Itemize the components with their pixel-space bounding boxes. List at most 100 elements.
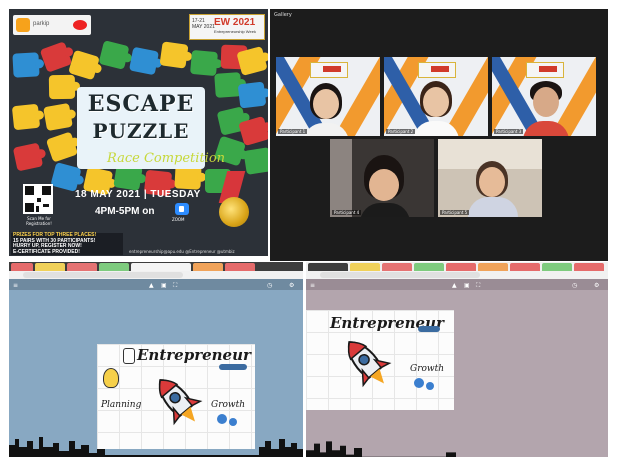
rocket-icon	[347, 341, 392, 388]
browser-tab[interactable]	[131, 263, 191, 271]
puzzle-piece-icon	[243, 147, 268, 175]
settings-icon[interactable]: ⚙	[289, 282, 294, 289]
puzzle-toolbar: ≡ ▲ ▣ ⛶ ◷ ⚙	[9, 279, 303, 290]
zoom-logo-icon	[175, 203, 189, 215]
ew-title: EW 2021	[214, 17, 256, 28]
title-escape: ESCAPE	[87, 91, 195, 117]
logo-text: parkip	[33, 21, 50, 27]
participant-name: Participant 4	[332, 210, 362, 215]
contact-info: entrepreneurship@apu.edu @Entrepreneur @…	[129, 249, 235, 254]
browser-tab[interactable]	[350, 263, 380, 271]
browser-tab[interactable]	[478, 263, 508, 271]
participant-name: Participant 3	[494, 129, 524, 134]
zoom-caption: ZOOM	[172, 217, 185, 222]
poster-header: parkip 17-21 MAY 2021 EW 2021 Entreprene…	[9, 9, 268, 40]
browser-tab[interactable]	[510, 263, 540, 271]
ew-banner-icon	[418, 62, 456, 78]
browser-tab-strip	[306, 262, 608, 271]
browser-tab[interactable]	[67, 263, 97, 271]
browser-tab[interactable]	[446, 263, 476, 271]
timer-icon: ◷	[267, 282, 273, 289]
partner-logo-icon	[73, 20, 87, 30]
people-icon	[123, 348, 135, 364]
lightbulb-icon	[103, 368, 119, 388]
browser-tab[interactable]	[99, 263, 129, 271]
puzzle-word-entrepreneur: Entrepreneur	[137, 346, 251, 364]
window-label: Gallery	[274, 12, 292, 18]
image-icon[interactable]: ▣	[464, 282, 470, 289]
puzzle-piece-icon	[236, 46, 268, 76]
participant-tile[interactable]: Participant 3	[492, 57, 596, 136]
fullscreen-icon[interactable]: ⛶	[476, 282, 480, 290]
participant-name: Participant 1	[278, 129, 308, 134]
participant-name: Participant 5	[440, 210, 470, 215]
browser-tab-strip	[9, 262, 303, 271]
participant-tile[interactable]: Participant 1	[276, 57, 380, 136]
ew-2021-badge: 17-21 MAY 2021 EW 2021 Entrepreneurship …	[189, 14, 265, 40]
puzzle-toolbar: ≡ ▲ ▣ ⛶ ◷ ⚙	[306, 279, 608, 290]
address-bar[interactable]	[306, 271, 608, 279]
city-skyline-decoration	[306, 441, 456, 457]
browser-tab[interactable]	[542, 263, 572, 271]
zoom-gallery-view: Gallery Participant 1 Participant 2 Part…	[270, 9, 608, 261]
address-bar[interactable]	[9, 271, 303, 279]
ew-subtitle: Entrepreneurship Week	[214, 29, 256, 34]
browser-tab[interactable]	[193, 263, 223, 271]
chart-icon	[418, 326, 440, 332]
browser-tab[interactable]	[11, 263, 33, 271]
image-icon[interactable]: ▣	[161, 282, 167, 289]
puzzle-word-growth: Growth	[410, 364, 445, 374]
event-time: 4PM-5PM on	[95, 206, 155, 217]
puzzle-piece-icon	[237, 81, 267, 109]
puzzle-browser-window-right: ≡ ▲ ▣ ⛶ ◷ ⚙ Entrepreneur Growth	[306, 262, 608, 457]
qr-caption: Scan Me for Registration!	[26, 216, 52, 226]
puzzle-piece-icon	[159, 41, 189, 69]
title-puzzle: PUZZLE	[92, 119, 190, 143]
browser-tab[interactable]	[35, 263, 65, 271]
city-skyline-decoration	[9, 437, 303, 457]
jigsaw-board[interactable]: Entrepreneur Growth	[306, 310, 454, 410]
participant-tile[interactable]: Participant 2	[384, 57, 488, 136]
puzzle-piece-icon	[128, 46, 160, 76]
browser-tab[interactable]	[308, 263, 348, 271]
organizer-logo: parkip	[13, 15, 91, 35]
gears-icon	[217, 414, 227, 424]
participant-tile[interactable]: Participant 4	[330, 139, 434, 217]
gears-icon	[414, 378, 424, 388]
puzzle-piece-icon	[12, 52, 40, 78]
menu-icon[interactable]: ≡	[13, 282, 18, 289]
participant-name: Participant 2	[386, 129, 416, 134]
browser-tab[interactable]	[382, 263, 412, 271]
prize-info: PRIZES FOR TOP THREE PLACES! 15 PAIRS WI…	[11, 232, 123, 255]
title-card: ESCAPE PUZZLE Race Competition	[77, 87, 225, 169]
ew-banner-icon	[310, 62, 348, 78]
puzzle-piece-icon	[190, 49, 218, 77]
event-date: 18 MAY 2021 | TUESDAY	[75, 189, 201, 200]
browser-tab[interactable]	[574, 263, 604, 271]
timer-icon: ◷	[572, 282, 578, 289]
puzzle-piece-icon	[98, 40, 130, 70]
pieces-icon[interactable]: ▲	[149, 282, 154, 289]
menu-icon[interactable]: ≡	[310, 282, 315, 289]
ew-banner-icon	[526, 62, 564, 78]
jigsaw-board[interactable]: Entrepreneur Planning Growth	[97, 344, 255, 449]
puzzle-piece-icon	[11, 103, 41, 131]
logo-mark-icon	[16, 18, 30, 32]
puzzle-browser-window-left: ≡ ▲ ▣ ⛶ ◷ ⚙ Entrepreneur Planning Growth	[9, 262, 303, 457]
rocket-icon	[158, 379, 203, 426]
puzzle-word-growth: Growth	[211, 400, 246, 410]
settings-icon[interactable]: ⚙	[594, 282, 599, 289]
title-race-competition: Race Competition	[107, 151, 226, 166]
qr-code-icon[interactable]	[23, 184, 53, 214]
fullscreen-icon[interactable]: ⛶	[173, 282, 177, 290]
pieces-icon[interactable]: ▲	[452, 282, 457, 289]
puzzle-word-planning: Planning	[101, 400, 142, 410]
ew-dates: 17-21 MAY 2021	[192, 18, 215, 30]
escape-puzzle-poster: parkip 17-21 MAY 2021 EW 2021 Entreprene…	[9, 9, 268, 256]
puzzle-piece-icon	[12, 142, 44, 172]
participant-tile[interactable]: Participant 5	[438, 139, 542, 217]
browser-tab[interactable]	[414, 263, 444, 271]
browser-tab[interactable]	[225, 263, 255, 271]
gold-medal-icon	[219, 197, 249, 227]
chart-icon	[219, 364, 247, 370]
